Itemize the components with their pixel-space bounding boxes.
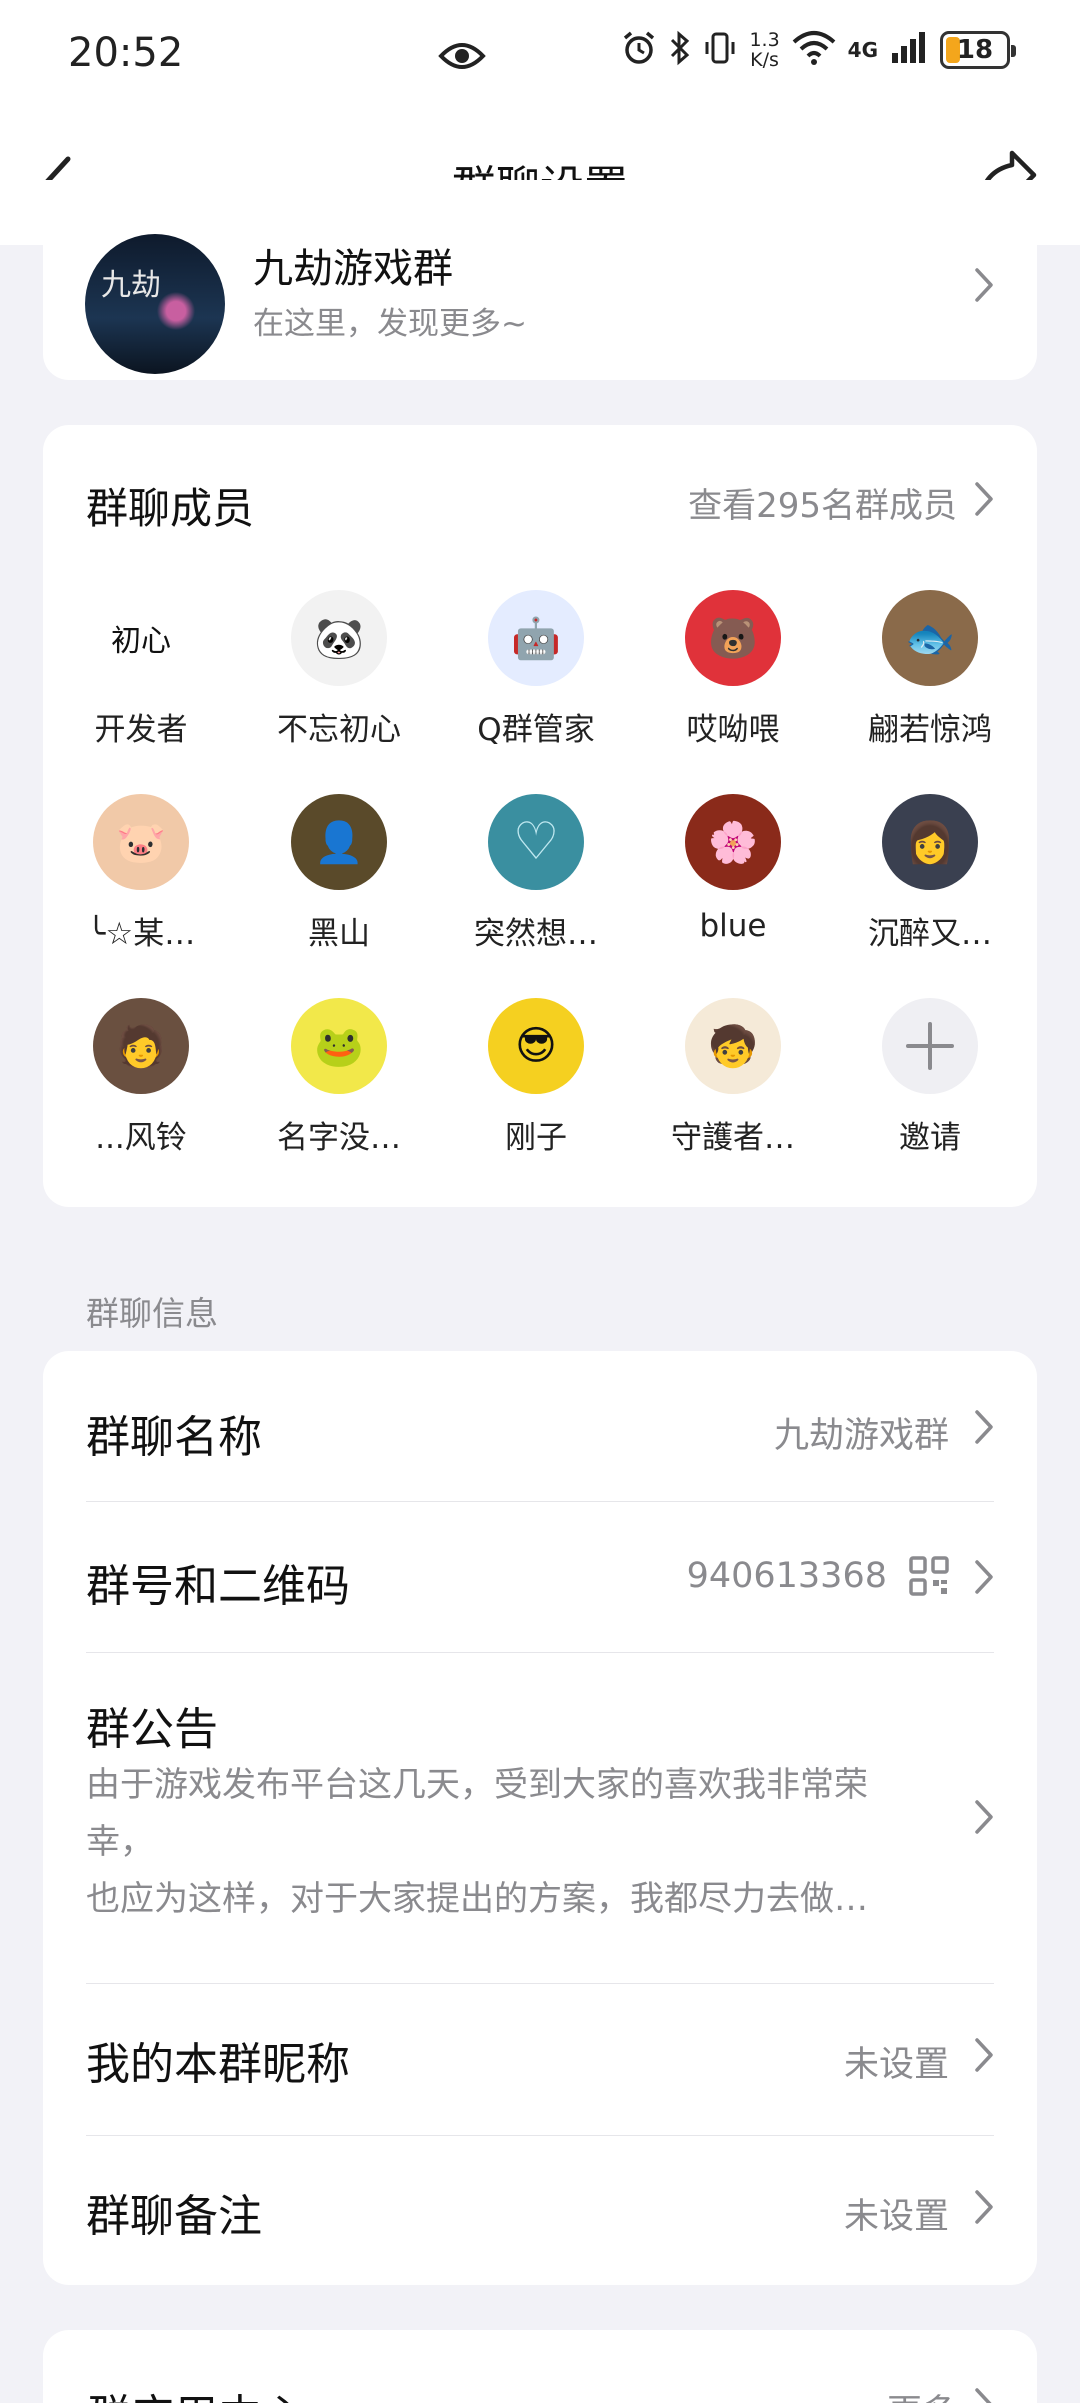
member-avatar: 🐟 [882, 590, 978, 686]
group-remark-row[interactable]: 群聊备注 未设置 [43, 2136, 1037, 2285]
member-item[interactable]: 🌸 blue [648, 794, 818, 944]
member-name: 突然想… [474, 916, 598, 952]
group-remark-label: 群聊备注 [86, 2191, 262, 2242]
member-name: Q群管家 [477, 712, 595, 748]
my-nickname-row[interactable]: 我的本群昵称 未设置 [43, 1984, 1037, 2134]
group-name: 九劫游戏群 [253, 246, 453, 292]
network-type: 4G [847, 38, 878, 62]
eye-icon [438, 36, 486, 80]
bluetooth-icon [669, 30, 691, 70]
member-avatar: 🐸 [291, 998, 387, 1094]
member-name: 哎呦喂 [686, 712, 780, 748]
alarm-icon [621, 30, 657, 70]
group-profile-card[interactable]: 九劫 九劫游戏群 在这里，发现更多~ [43, 180, 1037, 380]
member-item[interactable]: 👩 沉醉又… [845, 794, 1015, 953]
member-avatar: 🧑 [93, 998, 189, 1094]
member-avatar: 🐷 [93, 794, 189, 890]
group-id-label: 群号和二维码 [86, 1561, 350, 1612]
my-nickname-value: 未设置 [843, 2045, 949, 2085]
member-name: 不忘初心 [277, 712, 401, 748]
vibrate-icon [703, 30, 737, 70]
group-subtitle: 在这里，发现更多~ [253, 306, 527, 342]
member-item[interactable]: 🐻 哎呦喂 [648, 590, 818, 749]
member-item[interactable]: 🐼 不忘初心 [254, 590, 424, 749]
group-apps-title: 群应用中心 [86, 2380, 306, 2403]
member-name: 翩若惊鸿 [868, 712, 992, 748]
member-name: ...风铃 [95, 1120, 187, 1156]
member-item[interactable]: 🧑 ...风铃 [56, 998, 226, 1157]
battery-icon: 18 [940, 31, 1016, 69]
wifi-icon [792, 30, 836, 70]
member-item[interactable]: 初心 开发者 [56, 590, 226, 749]
member-avatar: 🧒 [685, 998, 781, 1094]
member-avatar: 🐻 [685, 590, 781, 686]
member-name: 黑山 [308, 916, 370, 952]
group-remark-value: 未设置 [843, 2197, 949, 2237]
chevron-right-icon [973, 2188, 995, 2230]
my-nickname-label: 我的本群昵称 [86, 2039, 350, 2090]
signal-icon [890, 31, 928, 69]
member-name: blue [699, 908, 767, 944]
member-item[interactable]: 🐟 翩若惊鸿 [845, 590, 1015, 749]
battery-percent: 18 [956, 35, 994, 65]
member-avatar: 👩 [882, 794, 978, 890]
chevron-right-icon [973, 1558, 995, 1600]
group-name-label: 群聊名称 [86, 1412, 262, 1463]
group-name-value: 九劫游戏群 [773, 1416, 949, 1456]
section-label-group-info: 群聊信息 [86, 1294, 218, 1333]
member-item[interactable]: 🤖 Q群管家 [451, 590, 621, 749]
member-avatar: 🐼 [291, 590, 387, 686]
member-avatar: 👤 [291, 794, 387, 890]
group-avatar: 九劫 [85, 234, 225, 374]
group-name-row[interactable]: 群聊名称 九劫游戏群 [43, 1351, 1037, 1501]
member-avatar: 🤖 [488, 590, 584, 686]
chevron-right-icon [973, 480, 995, 522]
member-avatar: 初心 [93, 590, 189, 686]
member-item[interactable]: ♡ 突然想… [451, 794, 621, 953]
chevron-right-icon [973, 2386, 995, 2403]
qr-code-icon[interactable] [909, 1556, 949, 1600]
member-avatar: 😎 [488, 998, 584, 1094]
group-id-row[interactable]: 群号和二维码 940613368 [43, 1502, 1037, 1652]
member-item[interactable]: 🐷 ╰☆某… [56, 794, 226, 953]
chevron-right-icon [973, 266, 995, 308]
view-all-members-link[interactable]: 查看295名群成员 [688, 478, 957, 527]
member-name: ╰☆某… [86, 916, 196, 952]
group-apps-card[interactable]: 群应用中心 更多 [43, 2330, 1037, 2403]
group-notice-label: 群公告 [86, 1704, 218, 1755]
member-name: 名字没… [277, 1120, 401, 1156]
status-time: 20:52 [68, 30, 184, 76]
member-avatar: ♡ [488, 794, 584, 890]
group-notice-row[interactable]: 群公告 由于游戏发布平台这几天，受到大家的喜欢我非常荣 幸， 也应为这样，对于大… [43, 1653, 1037, 1983]
group-info-card: 群聊名称 九劫游戏群 群号和二维码 940613368 群公告 由于游戏发布平台… [43, 1351, 1037, 2285]
net-speed: 1.3 K/s [749, 29, 780, 71]
members-card: 群聊成员 查看295名群成员 初心开发者 🐼 不忘初心 🤖 Q群管家 🐻 哎呦喂 🐟 翩若惊鸿 🐷… [43, 425, 1037, 1207]
group-id-value: 940613368 [686, 1556, 887, 1596]
member-name: 沉醉又… [868, 916, 992, 952]
member-name: 刚子 [505, 1120, 567, 1156]
chevron-right-icon [973, 1798, 995, 1840]
member-item[interactable]: 🐸 名字没… [254, 998, 424, 1157]
members-title: 群聊成员 [86, 484, 255, 533]
status-bar: 20:52 1.3 K/s 4G 18 [0, 0, 1080, 115]
group-notice-content: 由于游戏发布平台这几天，受到大家的喜欢我非常荣 幸， 也应为这样，对于大家提出的… [86, 1765, 868, 1919]
member-avatar: 🌸 [685, 794, 781, 890]
member-name: 守護者… [671, 1120, 795, 1156]
chevron-right-icon [973, 2036, 995, 2078]
member-name: 邀请 [899, 1120, 961, 1156]
member-item[interactable]: 👤 黑山 [254, 794, 424, 953]
member-name: 开发者 [94, 712, 188, 748]
group-apps-more-link[interactable]: 更多 [887, 2384, 957, 2403]
member-item[interactable]: 🧒 守護者… [648, 998, 818, 1157]
chevron-right-icon [973, 1408, 995, 1450]
plus-icon [882, 998, 978, 1094]
invite-member-button[interactable]: 邀请 [845, 998, 1015, 1157]
member-item[interactable]: 😎 刚子 [451, 998, 621, 1157]
